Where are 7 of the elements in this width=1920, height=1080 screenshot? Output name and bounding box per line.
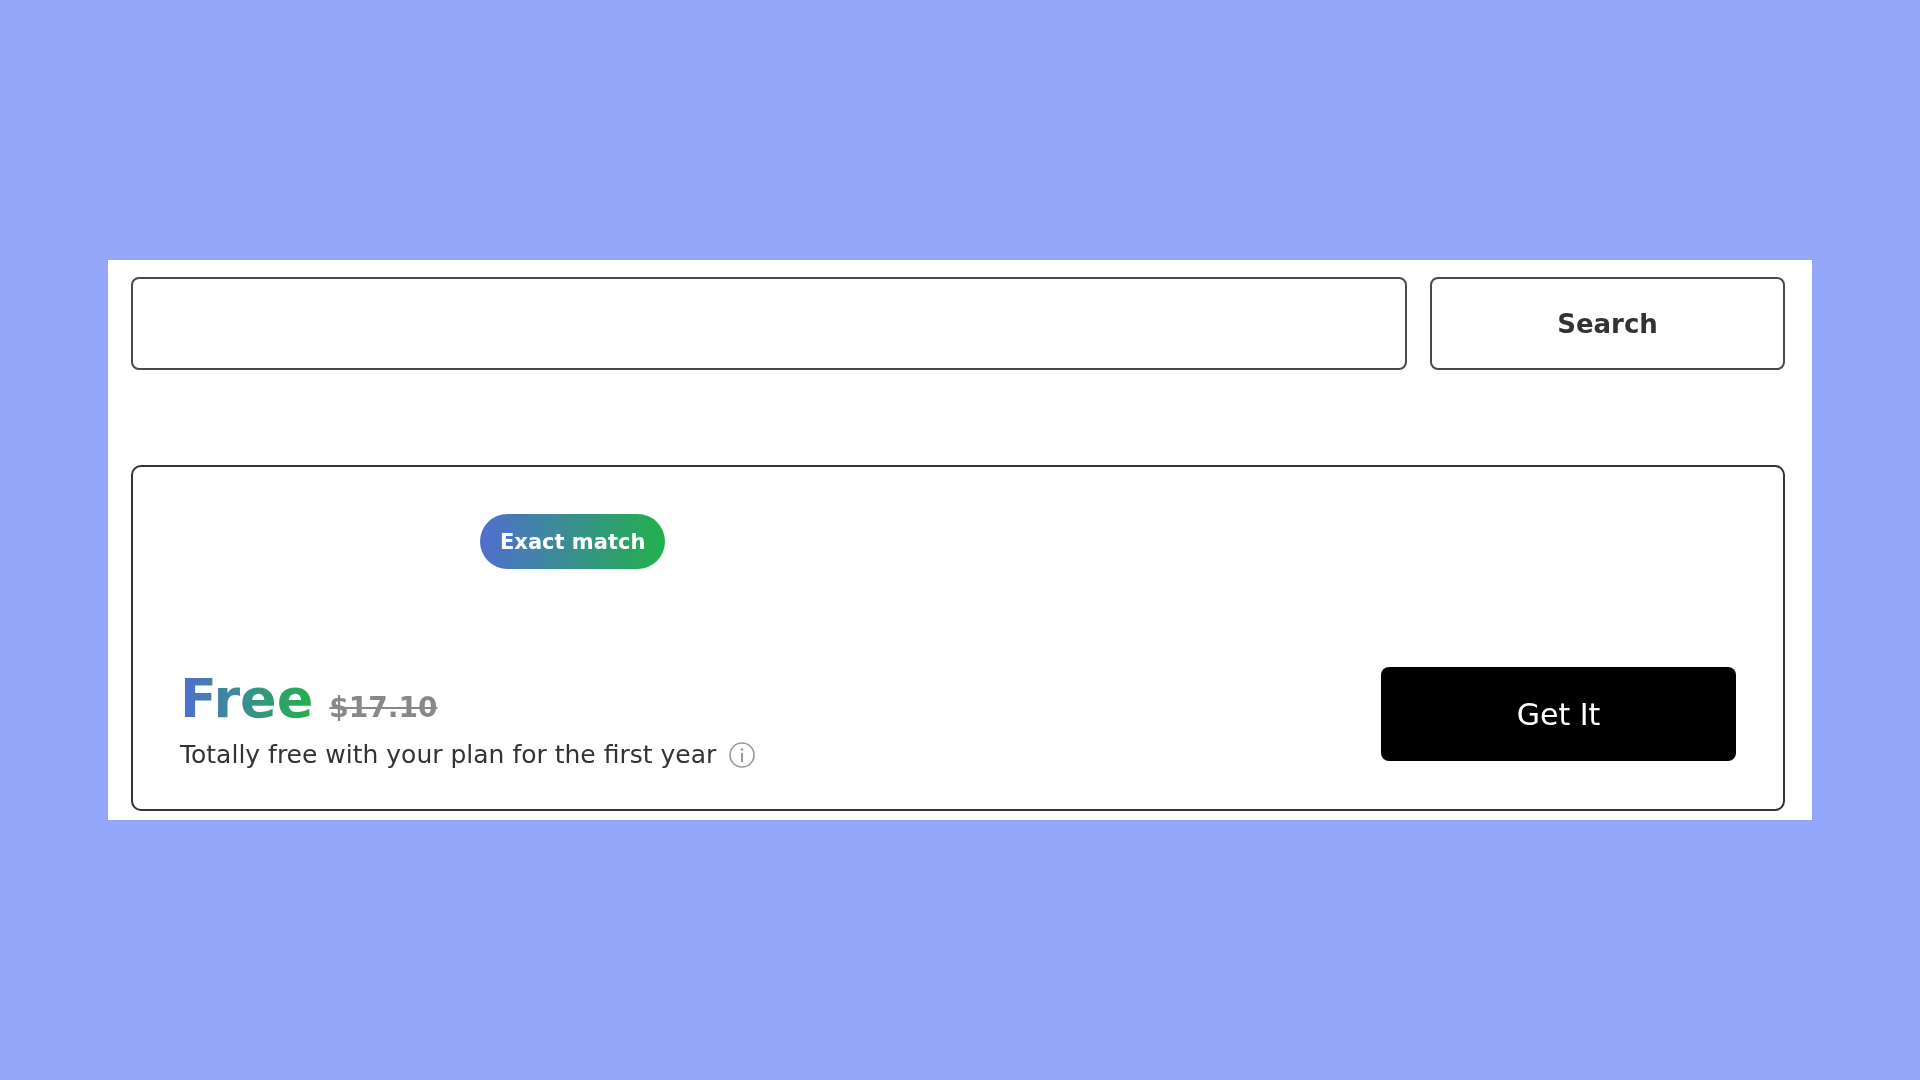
plan-note: Totally free with your plan for the first year xyxy=(180,740,717,769)
info-icon[interactable] xyxy=(728,740,757,769)
search-field[interactable] xyxy=(131,277,1407,370)
original-price: $17.10 xyxy=(329,691,438,724)
match-badge: Exact match xyxy=(480,514,666,569)
get-it-button[interactable]: Get It xyxy=(1381,667,1736,761)
search-button[interactable]: Search xyxy=(1430,277,1785,370)
